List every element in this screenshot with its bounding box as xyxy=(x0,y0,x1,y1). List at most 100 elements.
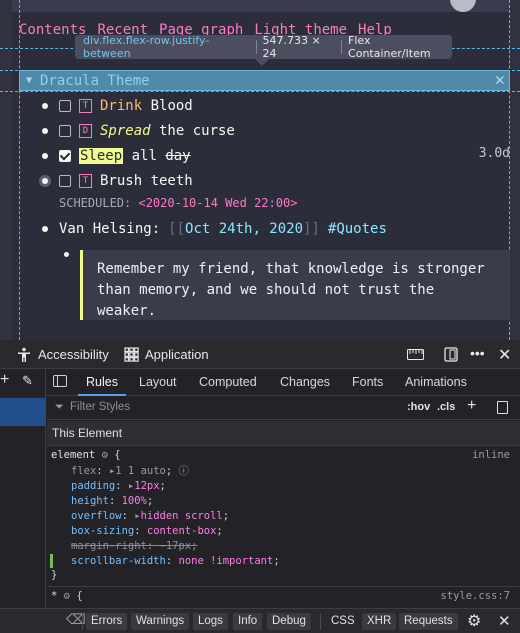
css-property[interactable]: height xyxy=(71,495,109,507)
tab-rules[interactable]: Rules xyxy=(78,369,126,396)
eyedropper-icon[interactable]: ✎ xyxy=(22,373,33,389)
css-property[interactable]: overflow xyxy=(71,510,122,522)
right-scrollbar-track[interactable] xyxy=(510,0,520,340)
css-value[interactable]: hidden scroll xyxy=(141,510,223,522)
errors-filter-button[interactable]: Errors xyxy=(86,613,128,630)
todo-highlight: Spread xyxy=(100,123,151,139)
bullet[interactable] xyxy=(42,153,48,159)
css-declaration[interactable]: overflow: ▸hidden scroll; xyxy=(71,509,229,524)
info-filter-button[interactable]: Info xyxy=(233,613,263,630)
hover-state-button[interactable]: :hov xyxy=(407,401,430,413)
block-header-highlighted[interactable]: ▼ Dracula Theme ✕ xyxy=(19,70,510,91)
date-link[interactable]: Oct 24th, 2020 xyxy=(185,221,303,237)
collapse-triangle-icon[interactable]: ▼ xyxy=(26,75,40,86)
todo-duration: 3.0d xyxy=(478,146,510,161)
css-declaration-overridden[interactable]: margin-right: -17px; xyxy=(71,539,197,554)
css-filter-button[interactable]: CSS xyxy=(326,613,360,630)
requests-filter-button[interactable]: Requests xyxy=(399,613,458,630)
todo-highlight: Drink xyxy=(100,98,143,114)
todo-checkbox[interactable] xyxy=(59,100,71,112)
add-node-icon[interactable]: + xyxy=(0,371,9,389)
xhr-filter-button[interactable]: XHR xyxy=(362,613,397,630)
close-devtools-icon[interactable]: ✕ xyxy=(498,345,511,365)
css-declaration[interactable]: flex: ▸1 1 auto; ⓘ xyxy=(71,464,189,479)
selected-node-row[interactable] xyxy=(0,398,46,426)
todo-struck-text: day xyxy=(165,148,191,164)
tooltip-type: Flex Container/Item xyxy=(348,34,431,60)
app-top-bar xyxy=(12,0,510,12)
todo-text: Blood xyxy=(142,98,193,114)
todo-text: all xyxy=(123,148,166,164)
bullet-collapsed[interactable] xyxy=(39,175,51,187)
responsive-ruler-icon[interactable] xyxy=(407,349,424,360)
toggle-pane-icon[interactable] xyxy=(53,375,67,387)
css-property[interactable]: flex xyxy=(71,465,96,477)
css-property[interactable]: padding xyxy=(71,480,115,492)
todo-checkbox[interactable] xyxy=(59,175,71,187)
rule-selector[interactable]: element xyxy=(51,449,95,461)
css-value[interactable]: 12px xyxy=(134,480,159,492)
todo-marker[interactable]: D xyxy=(79,124,92,138)
tag-link[interactable]: #Quotes xyxy=(328,221,387,237)
todo-text: Brush teeth xyxy=(100,173,193,189)
bullet[interactable] xyxy=(42,103,48,109)
css-value[interactable]: none !important xyxy=(178,555,273,567)
logs-filter-button[interactable]: Logs xyxy=(193,613,228,630)
css-declaration[interactable]: scrollbar-width: none !important; xyxy=(71,554,280,569)
todo-checkbox-checked[interactable] xyxy=(59,150,71,162)
tooltip-size: 547.733 × 24 xyxy=(262,34,321,60)
css-value[interactable]: content-box xyxy=(147,525,217,537)
css-declaration[interactable]: height: 100%; xyxy=(71,494,153,509)
rule-selector[interactable]: * xyxy=(51,590,57,602)
todo-text: the curse xyxy=(150,123,235,139)
quote-author: Van Helsing: xyxy=(59,221,161,237)
more-options-icon[interactable]: ••• xyxy=(470,345,485,361)
dock-side-icon[interactable] xyxy=(444,347,459,362)
tab-computed[interactable]: Computed xyxy=(199,369,257,396)
css-value[interactable]: 1 1 auto xyxy=(115,465,166,477)
css-declaration[interactable]: box-sizing: content-box; xyxy=(71,524,223,539)
link-bracket: ]] xyxy=(303,221,320,237)
css-property[interactable]: margin-right xyxy=(71,540,147,552)
css-value[interactable]: -17px xyxy=(160,540,192,552)
rule-source[interactable]: style.css:7 xyxy=(440,589,510,604)
todo-marker[interactable]: T xyxy=(79,99,92,113)
warnings-filter-button[interactable]: Warnings xyxy=(131,613,190,630)
css-property[interactable]: scrollbar-width xyxy=(71,555,166,567)
tab-layout[interactable]: Layout xyxy=(139,369,177,396)
list-item: Sleep all day xyxy=(42,145,191,167)
css-declaration[interactable]: padding: ▸12px; xyxy=(71,479,166,494)
tab-label: Application xyxy=(145,347,209,362)
css-property[interactable]: box-sizing xyxy=(71,525,134,537)
rule-header: element ⚙ { inline xyxy=(51,449,510,461)
tab-fonts[interactable]: Fonts xyxy=(352,369,383,396)
tab-animations[interactable]: Animations xyxy=(405,369,467,396)
tab-application[interactable]: Application xyxy=(124,340,209,369)
bullet[interactable] xyxy=(42,128,48,134)
bullet[interactable] xyxy=(64,252,69,257)
close-icon[interactable]: ✕ xyxy=(498,612,511,630)
tab-changes[interactable]: Changes xyxy=(280,369,330,396)
todo-marker[interactable]: T xyxy=(79,174,92,188)
close-icon[interactable]: ✕ xyxy=(495,71,505,90)
rule-close-brace: } xyxy=(51,569,58,581)
gear-icon[interactable]: ⚙ xyxy=(64,590,70,602)
rule-header: * ⚙ { style.css:7 xyxy=(51,589,510,604)
section-title: This Element xyxy=(52,426,123,440)
tab-accessibility[interactable]: Accessibility xyxy=(16,340,109,369)
list-item: D Spread the curse xyxy=(42,120,235,142)
filter-styles-input[interactable]: Filter Styles xyxy=(70,401,130,413)
print-media-icon[interactable] xyxy=(497,401,508,414)
info-icon[interactable]: ⓘ xyxy=(179,465,190,477)
add-rule-icon[interactable]: + xyxy=(467,397,476,415)
css-value[interactable]: 100% xyxy=(122,495,147,507)
list-item: T Brush teeth xyxy=(39,170,193,192)
scheduled-timestamp[interactable]: <2020-10-14 Wed 22:00> xyxy=(138,196,297,210)
classes-button[interactable]: .cls xyxy=(437,401,455,413)
bullet[interactable] xyxy=(42,226,48,232)
scheduled-label: SCHEDULED: xyxy=(59,196,132,210)
debug-filter-button[interactable]: Debug xyxy=(267,613,311,630)
gear-icon[interactable]: ⚙ xyxy=(102,449,108,461)
gear-icon[interactable]: ⚙ xyxy=(467,611,481,631)
todo-checkbox[interactable] xyxy=(59,125,71,137)
